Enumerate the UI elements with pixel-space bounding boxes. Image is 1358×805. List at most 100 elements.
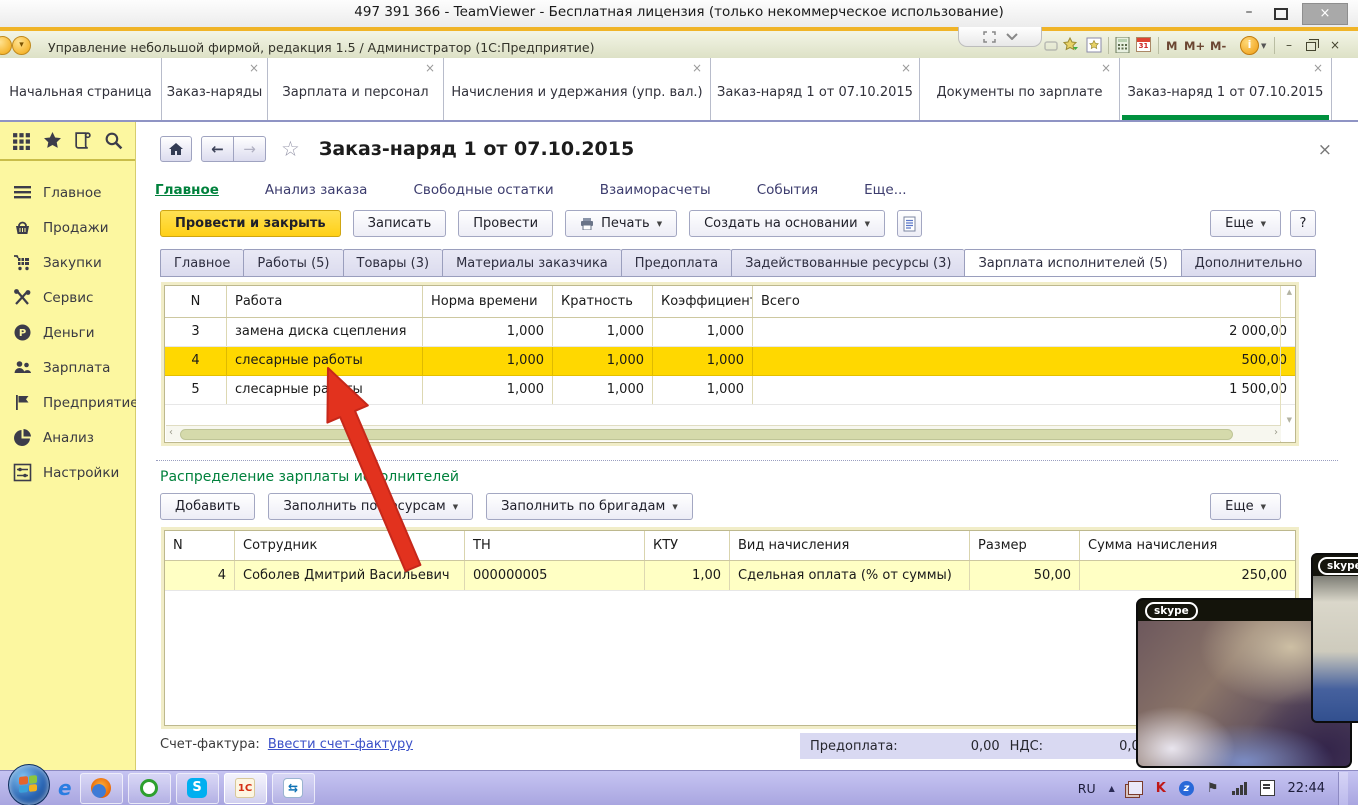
distribution-more-button[interactable]: Еще▼ xyxy=(1210,493,1281,520)
table-row-selected[interactable]: 4 слесарные работы 1,000 1,000 1,000 500… xyxy=(165,347,1295,376)
print-button[interactable]: Печать▼ xyxy=(565,210,677,237)
table-row[interactable]: 5 слесарные работы 1,000 1,000 1,000 1 5… xyxy=(165,376,1295,405)
sidebar-item-main[interactable]: Главное xyxy=(0,175,135,210)
sidebar-item-purchases[interactable]: Закупки xyxy=(0,245,135,280)
info-icon[interactable]: i xyxy=(1240,36,1259,55)
post-button[interactable]: Провести xyxy=(458,210,553,237)
horizontal-scrollbar[interactable]: ‹ › xyxy=(166,425,1281,441)
form-tab-additional[interactable]: Дополнительно xyxy=(1182,249,1317,277)
nav-link-main[interactable]: Главное xyxy=(155,182,219,198)
sidebar-item-settings[interactable]: Настройки xyxy=(0,455,135,490)
sidebar-item-service[interactable]: Сервис xyxy=(0,280,135,315)
save-button[interactable]: Записать xyxy=(353,210,447,237)
search-icon[interactable] xyxy=(104,131,123,150)
tab-close-icon[interactable]: × xyxy=(901,63,911,73)
col-header-n[interactable]: N xyxy=(165,531,235,560)
form-tab-customer-materials[interactable]: Материалы заказчика xyxy=(442,249,621,277)
favorite-star-icon[interactable]: ☆ xyxy=(281,137,300,161)
tab-close-icon[interactable]: × xyxy=(425,63,435,73)
col-header-tn[interactable]: ТН xyxy=(465,531,645,560)
col-header-work[interactable]: Работа xyxy=(227,286,423,317)
internet-explorer-icon[interactable]: e xyxy=(58,776,72,800)
nav-link-free-stock[interactable]: Свободные остатки xyxy=(413,182,553,198)
form-tab-performer-salary[interactable]: Зарплата исполнителей (5) xyxy=(964,249,1181,277)
app-close-icon[interactable]: × xyxy=(1326,38,1344,52)
col-header-total[interactable]: Всего xyxy=(753,286,1295,317)
col-header-accrual[interactable]: Вид начисления xyxy=(730,531,970,560)
toolbar-more-button[interactable]: Еще▼ xyxy=(1210,210,1281,237)
form-tab-prepayment[interactable]: Предоплата xyxy=(621,249,731,277)
link-icon[interactable] xyxy=(1043,37,1059,53)
memory-minus-button[interactable]: M- xyxy=(1210,39,1226,53)
tray-expand-icon[interactable]: ▲ xyxy=(1109,784,1115,793)
minimize-icon[interactable]: – xyxy=(1236,3,1262,23)
skype-video-window-small[interactable]: skype xyxy=(1311,553,1358,723)
form-tab-resources[interactable]: Задействованные ресурсы (3) xyxy=(731,249,964,277)
col-header-norm[interactable]: Норма времени xyxy=(423,286,553,317)
memory-plus-button[interactable]: M+ xyxy=(1184,39,1205,53)
tab-salary-personnel[interactable]: Зарплата и персонал× xyxy=(268,58,444,120)
tab-work-order-doc-active[interactable]: Заказ-наряд 1 от 07.10.2015× xyxy=(1120,58,1332,120)
bolt-icon[interactable]: z xyxy=(1179,781,1194,796)
enter-invoice-link[interactable]: Ввести счет-фактуру xyxy=(268,737,413,752)
scroll-right-icon[interactable]: › xyxy=(1274,427,1278,438)
sidebar-item-enterprise[interactable]: Предприятие xyxy=(0,385,135,420)
memory-recall-button[interactable]: M xyxy=(1166,39,1177,53)
calendar-icon[interactable]: 31 xyxy=(1136,37,1151,52)
add-button[interactable]: Добавить xyxy=(160,493,255,520)
col-header-employee[interactable]: Сотрудник xyxy=(235,531,465,560)
tab-close-icon[interactable]: × xyxy=(249,63,259,73)
fill-by-resources-button[interactable]: Заполнить по ресурсам▼ xyxy=(268,493,473,520)
language-indicator[interactable]: RU xyxy=(1078,781,1096,796)
taskbar-1c-button[interactable]: 1С xyxy=(224,773,267,804)
col-header-mult[interactable]: Кратность xyxy=(553,286,653,317)
help-button[interactable]: ? xyxy=(1290,210,1316,237)
sidebar-item-analysis[interactable]: Анализ xyxy=(0,420,135,455)
taskbar-firefox-button[interactable] xyxy=(80,773,123,804)
clock[interactable]: 22:44 xyxy=(1288,781,1325,796)
main-menu-button[interactable] xyxy=(0,36,12,55)
forward-button[interactable]: → xyxy=(234,136,266,162)
tab-close-icon[interactable]: × xyxy=(1313,63,1323,73)
start-button[interactable] xyxy=(8,764,50,805)
sidebar-item-salary[interactable]: Зарплата xyxy=(0,350,135,385)
history-icon[interactable] xyxy=(73,131,92,150)
menu-grid-icon[interactable] xyxy=(12,131,31,150)
col-header-ktu[interactable]: КТУ xyxy=(645,531,730,560)
action-center-flag-icon[interactable]: ⚑ xyxy=(1207,781,1219,796)
table-row[interactable]: 3 замена диска сцепления 1,000 1,000 1,0… xyxy=(165,318,1295,347)
taskbar-skype-button[interactable]: S xyxy=(176,773,219,804)
favorites-star-icon[interactable] xyxy=(43,131,62,150)
taskbar-teamviewer-button[interactable]: ⇆ xyxy=(272,773,315,804)
tab-close-icon[interactable]: × xyxy=(1101,63,1111,73)
cascade-windows-icon[interactable] xyxy=(1128,781,1143,795)
nav-link-order-analysis[interactable]: Анализ заказа xyxy=(265,182,368,198)
nav-link-settlements[interactable]: Взаиморасчеты xyxy=(600,182,711,198)
maximize-icon[interactable] xyxy=(1268,3,1294,23)
fill-by-brigades-button[interactable]: Заполнить по бригадам▼ xyxy=(486,493,693,520)
col-header-size[interactable]: Размер xyxy=(970,531,1080,560)
app-restore-icon[interactable] xyxy=(1302,38,1320,54)
back-button[interactable]: ← xyxy=(201,136,234,162)
app-minimize-icon[interactable]: – xyxy=(1280,38,1298,52)
notes-icon[interactable] xyxy=(1260,780,1275,796)
show-desktop-button[interactable] xyxy=(1338,772,1348,805)
col-header-sum[interactable]: Сумма начисления xyxy=(1080,531,1295,560)
tab-accruals-deductions[interactable]: Начисления и удержания (упр. вал.)× xyxy=(444,58,711,120)
col-header-n[interactable]: N xyxy=(165,286,227,317)
col-header-coef[interactable]: Коэффициент xyxy=(653,286,753,317)
quick-actions-button[interactable]: ▾ xyxy=(12,36,31,55)
teamviewer-panel-handle[interactable] xyxy=(958,27,1042,47)
favorites-icon[interactable] xyxy=(1086,37,1102,53)
kaspersky-icon[interactable]: K xyxy=(1156,781,1166,796)
scroll-left-icon[interactable]: ‹ xyxy=(169,427,173,438)
form-tab-main[interactable]: Главное xyxy=(160,249,243,277)
network-signal-icon[interactable] xyxy=(1232,782,1247,795)
home-button[interactable] xyxy=(160,136,192,162)
form-close-icon[interactable]: × xyxy=(1318,140,1332,160)
tab-home-page[interactable]: Начальная страница xyxy=(0,58,162,120)
scroll-up-icon[interactable]: ▲ xyxy=(1287,288,1292,296)
tab-close-icon[interactable]: × xyxy=(692,63,702,73)
calculator-icon[interactable] xyxy=(1115,37,1131,53)
document-structure-button[interactable] xyxy=(897,210,922,237)
